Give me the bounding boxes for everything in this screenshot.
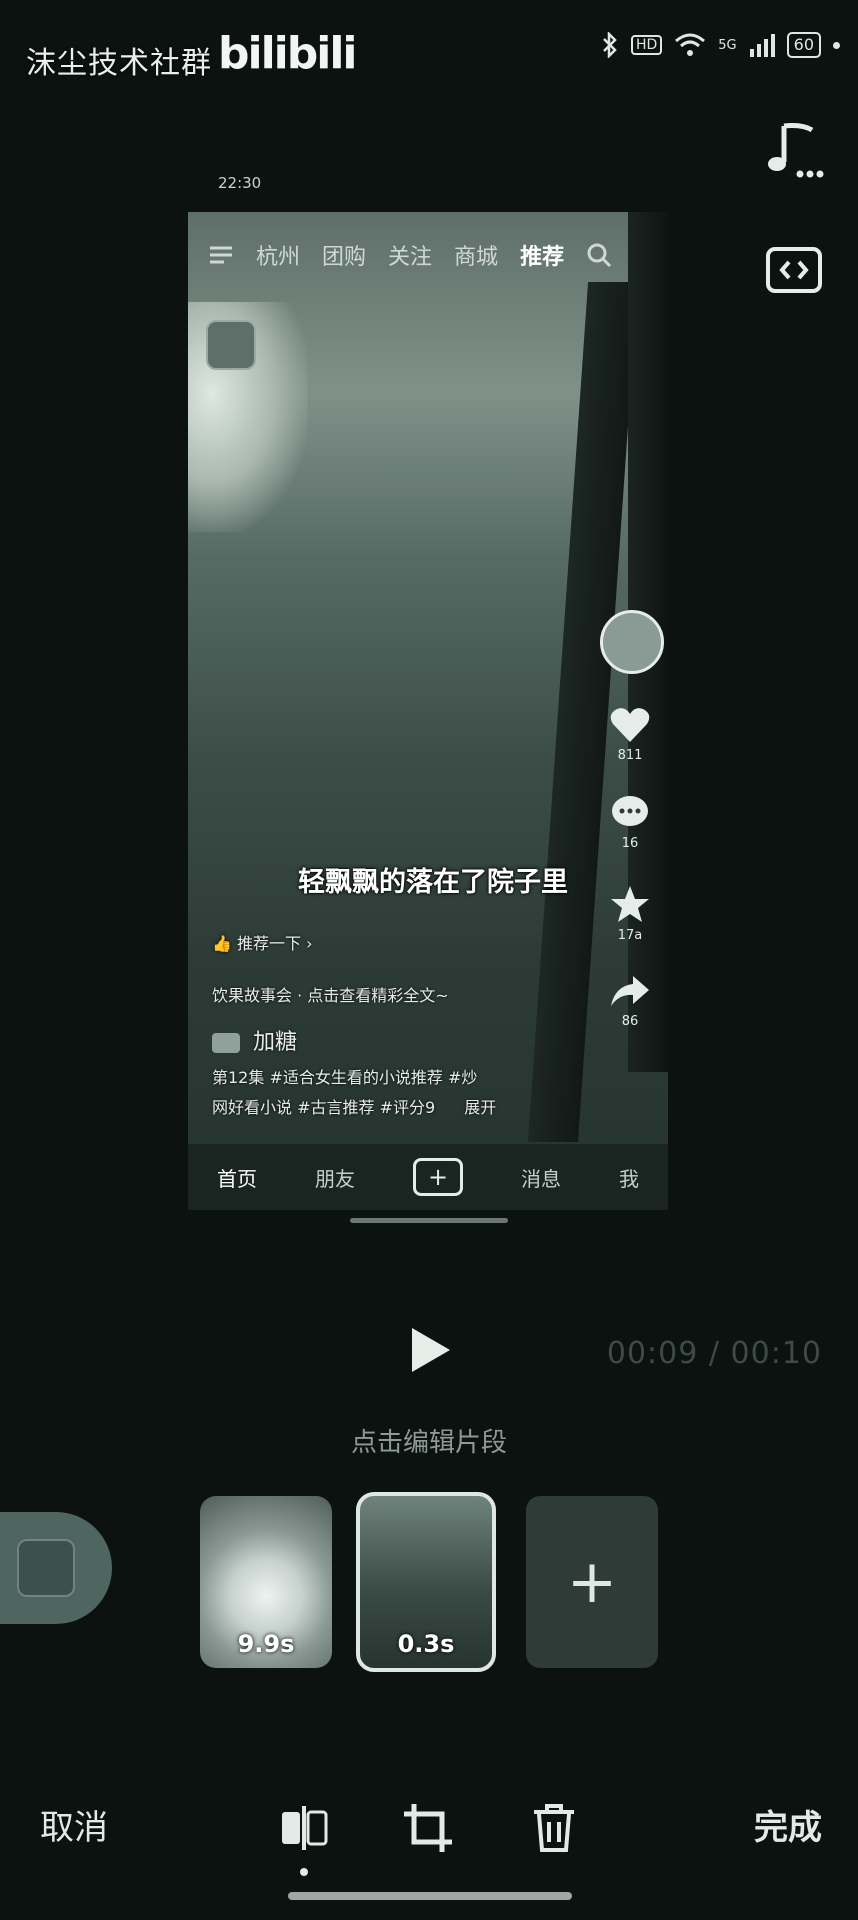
- share-count: 86: [621, 1014, 639, 1029]
- menu-icon: [210, 246, 232, 264]
- author-text: 饮果故事会 · 点击查看精彩全文~: [212, 986, 449, 1005]
- crop-button[interactable]: [400, 1800, 456, 1856]
- tab-friends: 朋友: [315, 1166, 355, 1191]
- preview-time: 22:30: [218, 174, 262, 192]
- signal-icon: [749, 34, 775, 57]
- cover-tab[interactable]: [0, 1512, 112, 1624]
- like-count: 811: [617, 748, 643, 763]
- time-separator: /: [708, 1336, 720, 1371]
- hd-badge: HD: [630, 35, 663, 55]
- gesture-bar: [288, 1892, 572, 1900]
- bluetooth-icon: [603, 32, 617, 58]
- chevron-right-icon: ›: [306, 934, 313, 953]
- delete-button[interactable]: [526, 1800, 582, 1856]
- cancel-button[interactable]: 取消: [40, 1800, 108, 1849]
- recommend-line: 👍 推荐一下 ›: [212, 930, 313, 954]
- follow-badge-icon: [212, 1033, 240, 1053]
- share-stat: 86: [600, 972, 660, 1029]
- signal-label: 5G: [718, 37, 737, 53]
- clip-2-selected[interactable]: 0.3s: [356, 1492, 496, 1672]
- trash-icon: [534, 1804, 574, 1852]
- crop-icon: [404, 1804, 452, 1852]
- preview-home-indicator: [350, 1218, 508, 1223]
- code-button[interactable]: [762, 238, 826, 302]
- total-time: 00:10: [730, 1336, 822, 1371]
- tags-line-2: 网好看小说 #古言推荐 #评分9 展开: [212, 1094, 496, 1118]
- preview-app-badge: [206, 320, 256, 370]
- comment-stat: 16: [600, 794, 660, 851]
- nav-item: 杭州: [256, 245, 301, 270]
- clip-duration: 0.3s: [397, 1630, 455, 1658]
- favorite-stat: 17a: [600, 884, 660, 943]
- recommend-text: 推荐一下: [237, 934, 302, 953]
- comment-icon: [612, 796, 648, 826]
- tab-me: 我: [619, 1166, 639, 1191]
- more-dot-icon: [833, 41, 840, 49]
- favorite-count: 17a: [617, 928, 643, 943]
- search-icon: [587, 243, 612, 268]
- split-icon: [282, 1806, 328, 1850]
- video-preview[interactable]: 杭州 团购 关注 商城 推荐 811 16 17a 86 轻飘飘的落在了院子里 …: [188, 212, 668, 1210]
- follow-text: 加糖: [253, 1030, 298, 1055]
- edit-hint: 点击编辑片段: [350, 1428, 507, 1458]
- split-button[interactable]: [276, 1800, 332, 1856]
- tags-line-1: 第12集 #适合女生看的小说推荐 #炒: [212, 1068, 478, 1087]
- music-button[interactable]: [762, 118, 826, 182]
- clip-1[interactable]: 9.9s: [200, 1496, 332, 1668]
- tab-messages: 消息: [521, 1166, 561, 1191]
- avatar: [600, 610, 664, 674]
- heart-icon: [610, 708, 650, 742]
- current-time: 00:09: [606, 1336, 699, 1371]
- battery-indicator: 60: [786, 32, 821, 58]
- preview-tab-bar: 首页 朋友 + 消息 我: [188, 1144, 668, 1210]
- status-icons: HD 5G 60: [601, 32, 840, 58]
- preview-status-bar: 22:30: [188, 172, 668, 200]
- wifi-icon: [675, 33, 706, 56]
- tags-text: 网好看小说 #古言推荐 #评分9: [212, 1098, 436, 1117]
- thumbs-up-icon: 👍: [212, 934, 232, 953]
- comment-count: 16: [621, 836, 639, 851]
- watermark-text: 沫尘技术社群: [26, 46, 212, 81]
- clip-duration: 9.9s: [237, 1630, 295, 1658]
- expand-link: 展开: [464, 1098, 497, 1117]
- video-subtitle: 轻飘飘的落在了院子里: [298, 867, 568, 898]
- bilibili-logo: bilibili: [218, 28, 357, 79]
- timecode: 00:09 / 00:10: [607, 1336, 822, 1371]
- music-note-icon: [768, 123, 824, 178]
- cover-icon: [17, 1539, 75, 1597]
- nav-item: 关注: [388, 245, 433, 270]
- play-button[interactable]: [404, 1322, 456, 1378]
- nav-item: 商城: [454, 245, 499, 270]
- follow-line: 加糖: [212, 1024, 297, 1056]
- active-tool-indicator: [300, 1868, 308, 1876]
- play-icon: [412, 1328, 450, 1372]
- author-line: 饮果故事会 · 点击查看精彩全文~: [212, 982, 449, 1006]
- done-button[interactable]: 完成: [754, 1800, 822, 1849]
- star-icon: [611, 886, 649, 922]
- nav-item-active: 推荐: [520, 245, 565, 270]
- plus-icon: +: [566, 1547, 618, 1617]
- tab-home: 首页: [217, 1166, 257, 1191]
- share-icon: [611, 976, 649, 1006]
- preview-top-nav: 杭州 团购 关注 商城 推荐: [188, 230, 668, 280]
- like-stat: 811: [600, 706, 660, 763]
- add-clip-button[interactable]: +: [526, 1496, 658, 1668]
- code-box-icon: [766, 247, 822, 293]
- nav-item: 团购: [322, 245, 367, 270]
- tab-plus-icon: +: [413, 1158, 463, 1196]
